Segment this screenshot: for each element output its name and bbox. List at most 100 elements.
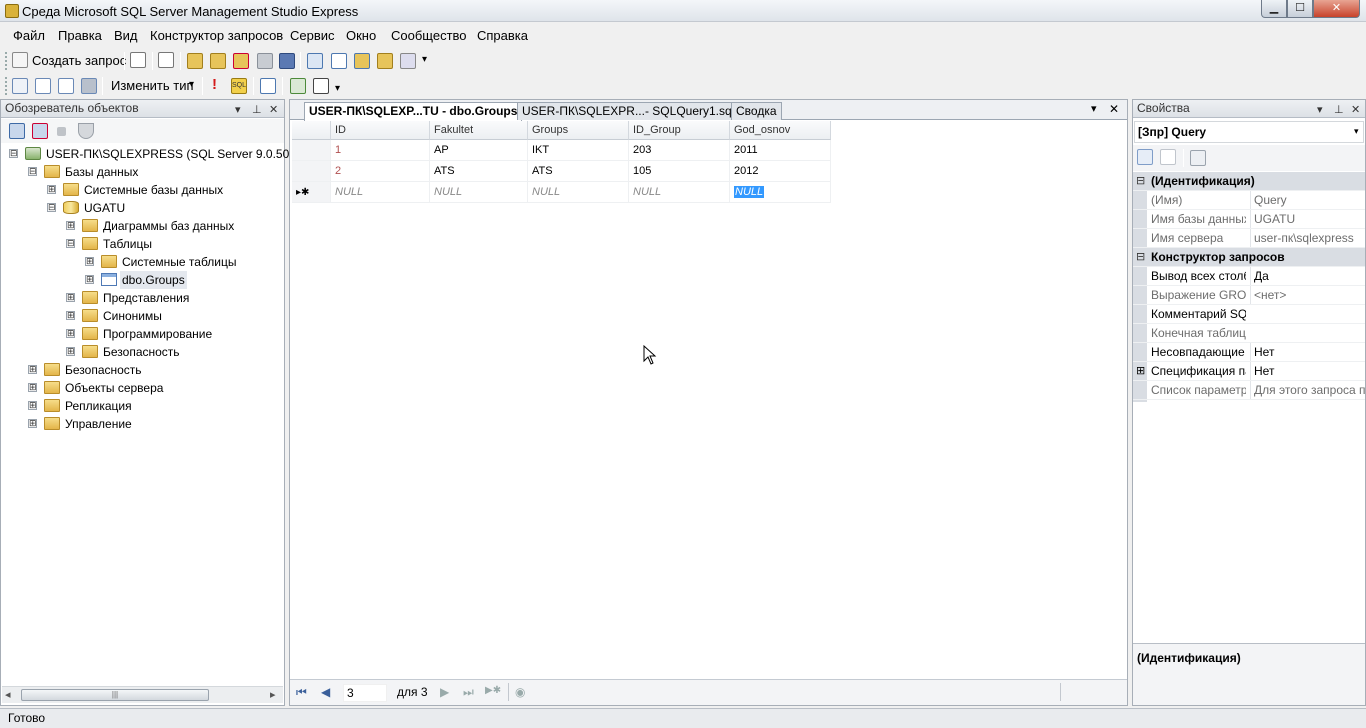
minimize-button[interactable]: ▁ [1261,0,1287,18]
column-header[interactable]: ID [331,121,430,140]
tree-node-databases[interactable]: ⊟ Базы данных [1,163,284,181]
save-icon[interactable] [257,53,273,69]
grid-cell[interactable]: ATS [430,161,528,182]
toolbar-grip[interactable] [5,77,8,95]
close-tab-icon[interactable]: ✕ [1109,102,1119,116]
execute-sql-icon[interactable]: ! [212,76,217,93]
criteria-pane-icon[interactable] [35,78,51,94]
categorized-icon[interactable] [1137,149,1153,165]
next-record-icon[interactable]: ▶ [440,685,449,699]
column-header[interactable]: ID_Group [629,121,730,140]
grid-cell[interactable]: 1 [331,140,430,161]
maximize-button[interactable]: ☐ [1287,0,1313,18]
grid-cell-null-selected[interactable]: NULL [730,182,831,203]
template-explorer-icon[interactable] [354,53,370,69]
grid-cell-null[interactable]: NULL [528,182,629,203]
diagram-pane-icon[interactable] [12,78,28,94]
tab-table-groups[interactable]: USER-ПК\SQLEXP...TU - dbo.Groups [304,102,523,121]
last-record-icon[interactable]: ⏭ [463,685,474,700]
first-record-icon[interactable]: ⏮ [296,685,307,700]
tree-node-server[interactable]: ⊟ USER-ПК\SQLEXPRESS (SQL Server 9.0.500… [1,145,310,163]
expand-icon[interactable]: ⊞ [85,275,94,284]
menu-window[interactable]: Окно [346,28,376,43]
menu-view[interactable]: Вид [114,28,138,43]
registered-servers-icon[interactable] [307,53,323,69]
pane-menu-icon[interactable]: ▾ [1317,102,1323,119]
grid-cell[interactable]: 203 [629,140,730,161]
collapse-icon[interactable]: ⊟ [1136,248,1145,266]
expand-icon[interactable]: ⊞ [66,347,75,356]
solution-explorer-icon[interactable] [377,53,393,69]
new-row-marker[interactable]: ▸✱ [292,182,331,203]
disconnect-icon[interactable] [32,123,48,139]
grid-cell[interactable]: 105 [629,161,730,182]
tree-node-database-ugatu[interactable]: ⊟ UGATU [1,199,284,217]
menu-query-designer[interactable]: Конструктор запросов [150,28,283,43]
tree-node-table-groups[interactable]: ⊞ dbo.Groups [1,271,284,289]
change-type-dropdown-icon[interactable]: ▾ [189,79,194,90]
object-selector-dropdown[interactable]: [Зпр] Query ▾ [1134,121,1364,143]
property-row[interactable]: Вывод всех столбцов Да [1133,267,1365,286]
grid-cell[interactable]: IKT [528,140,629,161]
open-project-icon[interactable] [210,53,226,69]
menu-help[interactable]: Справка [477,28,528,43]
property-value[interactable]: Нет [1250,343,1365,361]
expand-icon[interactable]: ⊞ [28,419,37,428]
pin-icon[interactable]: ⊥ [1334,102,1344,119]
dropdown-arrow-icon[interactable]: ▾ [1354,126,1359,137]
alphabetical-icon[interactable] [1160,149,1176,165]
close-pane-icon[interactable]: ✕ [269,102,278,119]
property-pages-icon[interactable] [1190,150,1206,166]
grid-cell-null[interactable]: NULL [331,182,430,203]
close-window-button[interactable]: ✕ [1313,0,1360,18]
tree-node-system-tables[interactable]: ⊞ Системные таблицы [1,253,284,271]
tab-sql-query[interactable]: USER-ПК\SQLEXPR...- SQLQuery1.sql* [517,102,745,120]
expand-icon[interactable]: ⊞ [66,329,75,338]
property-category[interactable]: ⊟ (Идентификация) [1133,172,1365,191]
tree-node-programmability[interactable]: ⊞ Программирование [1,325,284,343]
previous-record-icon[interactable]: ◀ [321,685,330,699]
new-query-button[interactable]: Создать запрос [32,53,126,68]
property-row[interactable]: (Имя) Query [1133,191,1365,210]
pane-menu-icon[interactable]: ▾ [235,102,241,119]
filter-icon[interactable] [78,123,94,139]
new-project-icon[interactable] [158,52,174,68]
expand-icon[interactable]: ⊞ [28,365,37,374]
collapse-icon[interactable]: ⊟ [47,203,56,212]
new-record-icon[interactable]: ▶✱ [485,685,501,696]
tree-node-replication[interactable]: ⊞ Репликация [1,397,284,415]
add-table-icon[interactable] [290,78,306,94]
tree-node-diagrams[interactable]: ⊞ Диаграммы баз данных [1,217,284,235]
tree-node-management[interactable]: ⊞ Управление [1,415,284,433]
toolbar-overflow-button[interactable]: ▾ [335,83,340,94]
scroll-left-icon[interactable]: ◂ [5,688,11,701]
property-row[interactable]: ⊞ Спецификация параметров Нет [1133,362,1365,381]
column-header[interactable]: God_osnov [730,121,831,140]
verify-sql-icon[interactable]: SQL [231,78,247,94]
property-row[interactable]: Конечная таблица [1133,324,1365,343]
property-row[interactable]: Список параметров Для этого запроса пара… [1133,381,1365,400]
toolbar-overflow-button[interactable]: ▾ [422,54,427,65]
tree-node-tables[interactable]: ⊟ Таблицы [1,235,284,253]
column-header[interactable]: Fakultet [430,121,528,140]
tab-list-icon[interactable]: ▾ [1091,102,1097,115]
stop-icon[interactable] [57,127,66,136]
expand-icon[interactable]: ⊞ [28,383,37,392]
horizontal-scrollbar[interactable]: ◂ ||| ▸ [2,686,283,703]
row-selector[interactable] [292,161,331,182]
expand-icon[interactable]: ⊞ [66,311,75,320]
grid-cell[interactable]: 2011 [730,140,831,161]
menu-file[interactable]: Файл [13,28,45,43]
change-type-button[interactable]: Изменить тип [111,78,194,93]
expand-icon[interactable]: ⊞ [85,257,94,266]
collapse-icon[interactable]: ⊟ [1136,172,1145,190]
record-position-input[interactable]: 3 [343,684,387,702]
row-selector[interactable] [292,140,331,161]
tree-node-server-objects[interactable]: ⊞ Объекты сервера [1,379,284,397]
open-file-icon[interactable] [187,53,203,69]
toolbar-grip[interactable] [5,52,8,70]
grid-cell[interactable]: AP [430,140,528,161]
property-row[interactable]: Имя базы данных UGATU [1133,210,1365,229]
properties-window-icon[interactable] [400,53,416,69]
new-file-icon[interactable] [130,52,146,68]
